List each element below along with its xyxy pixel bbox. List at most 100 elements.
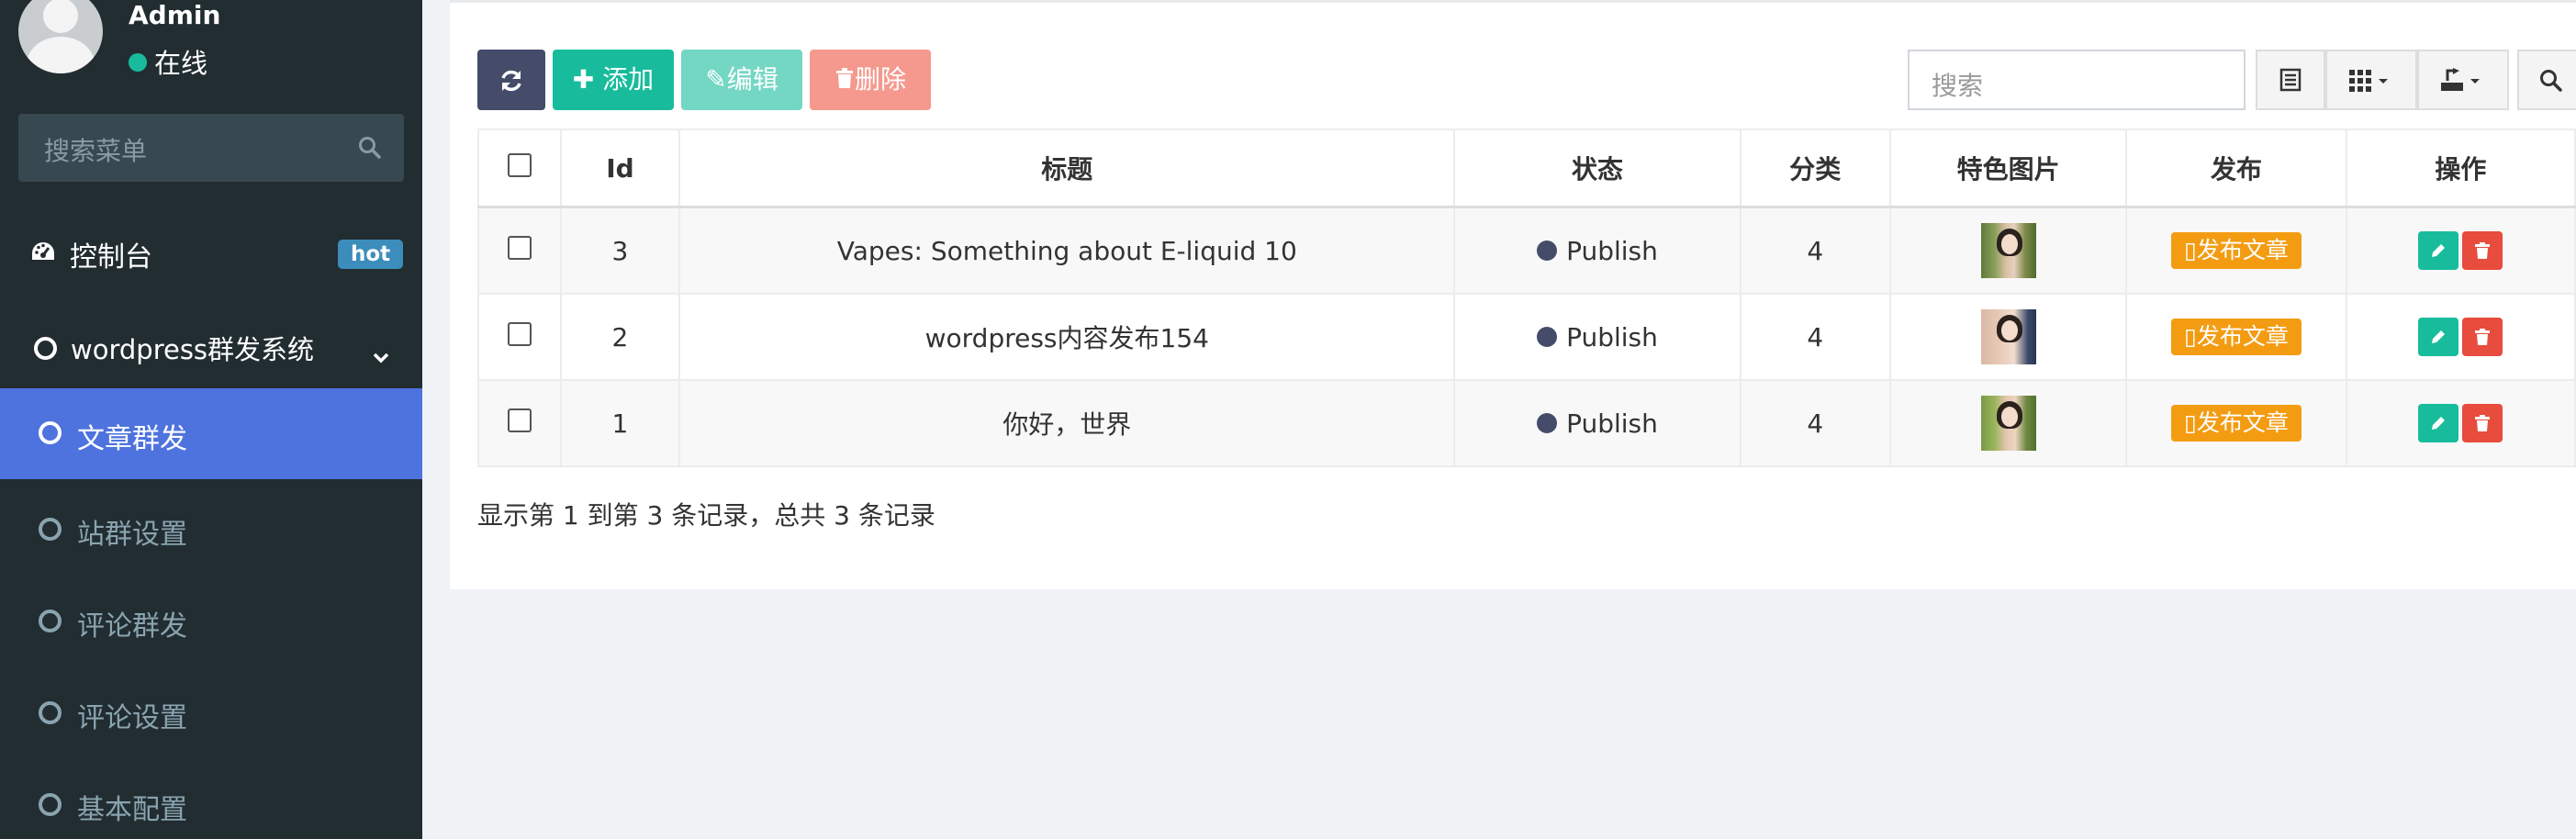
user-status-label: 在线 <box>154 48 208 79</box>
row-actions <box>2345 293 2576 381</box>
row-actions <box>2345 379 2576 467</box>
row-edit-button[interactable] <box>2418 318 2459 356</box>
row-title: Vapes: Something about E-liquid 10 <box>678 206 1456 295</box>
document-icon: ▯ <box>2184 409 2197 436</box>
search-icon <box>2540 70 2562 92</box>
sidebar-item-label: 评论设置 <box>77 702 187 734</box>
row-checkbox[interactable] <box>507 408 532 432</box>
row-status-label: Publish <box>1566 235 1658 266</box>
sidebar-item-dashboard[interactable]: 控制台 hot <box>0 225 422 280</box>
publish-label: 发布文章 <box>2196 323 2289 350</box>
trash-icon <box>2475 329 2491 345</box>
column-header-category[interactable]: 分类 <box>1739 129 1891 208</box>
row-publish-cell: ▯发布文章 <box>2125 206 2347 295</box>
table-row[interactable]: 1 你好，世界 Publish 4 ▯发布文章 <box>477 379 2576 467</box>
dashboard-icon <box>29 240 57 273</box>
avatar[interactable] <box>18 0 103 73</box>
publish-article-button[interactable]: ▯发布文章 <box>2171 405 2302 442</box>
publish-label: 发布文章 <box>2196 237 2289 263</box>
pencil-icon <box>2432 330 2446 343</box>
sidebar-item-comment-settings[interactable]: 评论设置 <box>0 684 422 739</box>
row-image-cell <box>1888 379 2128 467</box>
delete-button[interactable]: 删除 <box>810 50 931 110</box>
refresh-button[interactable] <box>477 50 545 110</box>
pencil-icon <box>2432 417 2446 430</box>
user-name: Admin <box>129 0 221 30</box>
circle-icon <box>39 793 62 816</box>
row-delete-button[interactable] <box>2462 318 2503 356</box>
status-dot-icon <box>1537 326 1558 347</box>
row-publish-cell: ▯发布文章 <box>2125 293 2347 381</box>
circle-icon <box>39 701 62 724</box>
pagination-info: 显示第 1 到第 3 条记录，总共 3 条记录 <box>477 500 935 531</box>
publish-article-button[interactable]: ▯发布文章 <box>2171 232 2302 269</box>
column-header-publish[interactable]: 发布 <box>2125 129 2347 208</box>
sidebar-item-label: 基本配置 <box>77 794 187 826</box>
sidebar-item-comment-broadcast[interactable]: 评论群发 <box>0 592 422 647</box>
toggle-view-button[interactable] <box>2256 50 2325 110</box>
refresh-icon <box>501 70 521 92</box>
row-delete-button[interactable] <box>2462 231 2503 270</box>
row-id: 3 <box>559 206 681 295</box>
sidebar: Admin 在线 搜索菜单 控制台 hot wordpress群发系统 文章群发… <box>0 0 422 839</box>
select-all-cell <box>477 129 562 208</box>
row-actions <box>2345 206 2576 295</box>
sidebar-group-label: wordpress群发系统 <box>71 334 315 365</box>
row-checkbox[interactable] <box>507 321 532 346</box>
articles-table: Id 标题 状态 分类 特色图片 发布 操作 3 Vapes: Somethin… <box>477 129 2576 467</box>
trash-icon <box>835 68 853 88</box>
sidebar-item-article-broadcast[interactable]: 文章群发 <box>0 388 422 479</box>
sidebar-item-label: 控制台 <box>70 241 152 274</box>
featured-image-thumbnail[interactable] <box>1980 223 2036 278</box>
document-icon: ▯ <box>2184 323 2197 350</box>
row-delete-button[interactable] <box>2462 404 2503 442</box>
publish-label: 发布文章 <box>2196 409 2289 436</box>
publish-article-button[interactable]: ▯发布文章 <box>2171 319 2302 355</box>
add-button[interactable]: ✚ 添加 <box>553 50 674 110</box>
edit-button[interactable]: ✎编辑 <box>681 50 802 110</box>
row-checkbox[interactable] <box>507 235 532 260</box>
table-search-input[interactable]: 搜索 <box>1908 50 2246 110</box>
table-search-placeholder: 搜索 <box>1932 71 1984 101</box>
sidebar-item-site-settings[interactable]: 站群设置 <box>0 500 422 555</box>
featured-image-thumbnail[interactable] <box>1980 396 2036 451</box>
export-dropdown-button[interactable] <box>2417 50 2509 110</box>
sidebar-item-basic-config[interactable]: 基本配置 <box>0 776 422 831</box>
table-row[interactable]: 2 wordpress内容发布154 Publish 4 ▯发布文章 <box>477 293 2576 381</box>
row-select-cell <box>477 206 562 295</box>
featured-image-thumbnail[interactable] <box>1980 309 2036 364</box>
table-header-row: Id 标题 状态 分类 特色图片 发布 操作 <box>477 129 2576 208</box>
sidebar-search-input[interactable]: 搜索菜单 <box>18 114 404 182</box>
add-button-label: 添加 <box>602 64 655 95</box>
export-icon <box>2441 68 2480 91</box>
column-header-id[interactable]: Id <box>559 129 681 208</box>
column-header-status[interactable]: 状态 <box>1453 129 1742 208</box>
search-icon[interactable] <box>358 136 382 163</box>
pencil-icon: ✎ <box>705 64 727 95</box>
row-edit-button[interactable] <box>2418 404 2459 442</box>
list-icon <box>2279 68 2302 92</box>
status-dot-icon <box>1537 412 1558 433</box>
edit-button-label: 编辑 <box>726 64 778 95</box>
hot-badge: hot <box>338 240 404 269</box>
row-edit-button[interactable] <box>2418 231 2459 270</box>
row-title: wordpress内容发布154 <box>678 293 1456 381</box>
columns-dropdown-button[interactable] <box>2325 50 2417 110</box>
row-status: Publish <box>1453 293 1742 381</box>
advanced-search-button[interactable] <box>2517 50 2576 110</box>
column-header-actions: 操作 <box>2345 129 2576 208</box>
row-status: Publish <box>1453 206 1742 295</box>
circle-icon <box>34 337 57 360</box>
grid-icon <box>2349 70 2388 92</box>
row-category: 4 <box>1739 379 1891 467</box>
sidebar-search-placeholder: 搜索菜单 <box>44 136 148 166</box>
row-category: 4 <box>1739 206 1891 295</box>
select-all-checkbox[interactable] <box>507 152 532 177</box>
row-status-label: Publish <box>1566 408 1658 439</box>
row-category: 4 <box>1739 293 1891 381</box>
column-header-image[interactable]: 特色图片 <box>1888 129 2128 208</box>
column-header-title[interactable]: 标题 <box>678 129 1456 208</box>
plus-icon: ✚ <box>572 64 595 95</box>
table-row[interactable]: 3 Vapes: Something about E-liquid 10 Pub… <box>477 206 2576 295</box>
sidebar-group-wordpress[interactable]: wordpress群发系统 <box>0 319 422 375</box>
